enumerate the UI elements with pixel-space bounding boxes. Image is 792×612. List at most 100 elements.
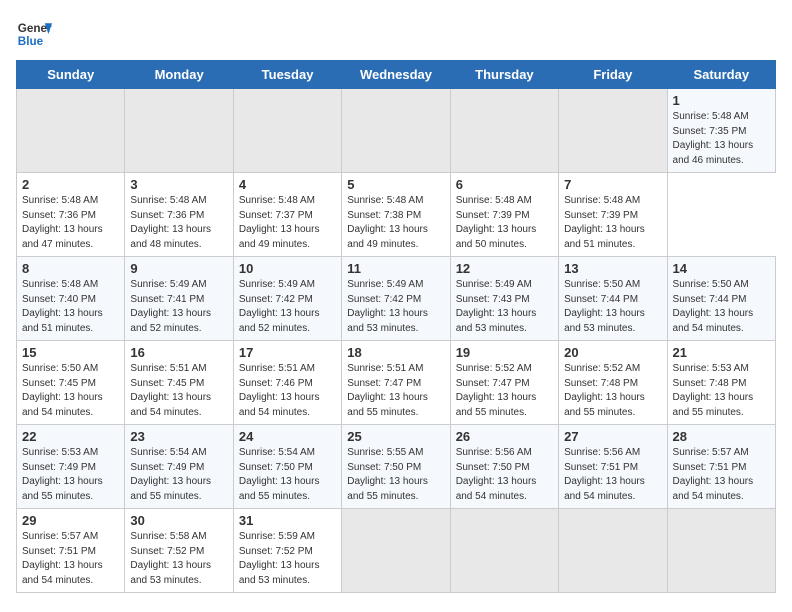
day-info: Sunrise: 5:49 AM Sunset: 7:43 PM Dayligh… xyxy=(456,278,553,336)
day-info: Sunrise: 5:54 AM Sunset: 7:49 PM Dayligh… xyxy=(130,446,227,504)
calendar-week-5: 22Sunrise: 5:53 AM Sunset: 7:49 PM Dayli… xyxy=(17,425,776,509)
calendar-cell: 13 Sunrise: 5:50 AM Sunset: 7:44 PM Dayli… xyxy=(559,257,667,341)
calendar-cell: 24 Sunrise: 5:54 AM Sunset: 7:50 PM Dayli… xyxy=(233,425,341,509)
day-number: 6 xyxy=(456,177,553,192)
day-header-sunday: Sunday xyxy=(17,61,125,89)
day-number: 25 xyxy=(347,429,444,444)
day-info: Sunrise: 5:59 AM Sunset: 7:52 PM Dayligh… xyxy=(239,530,336,588)
day-header-monday: Monday xyxy=(125,61,233,89)
calendar-cell: 7Sunrise: 5:48 AM Sunset: 7:39 PM Daylig… xyxy=(559,173,667,257)
day-info: Sunrise: 5:48 AM Sunset: 7:37 PM Dayligh… xyxy=(239,194,336,252)
page-header: General Blue xyxy=(16,16,776,52)
day-number: 11 xyxy=(347,261,444,276)
day-header-friday: Friday xyxy=(559,61,667,89)
day-number: 23 xyxy=(130,429,227,444)
day-number: 18 xyxy=(347,345,444,360)
day-info: Sunrise: 5:53 AM Sunset: 7:49 PM Dayligh… xyxy=(22,446,119,504)
calendar-cell xyxy=(17,89,125,173)
calendar-week-4: 15 Sunrise: 5:50 AM Sunset: 7:45 PM Dayli… xyxy=(17,341,776,425)
day-number: 31 xyxy=(239,513,336,528)
day-number: 5 xyxy=(347,177,444,192)
day-header-wednesday: Wednesday xyxy=(342,61,450,89)
calendar-cell xyxy=(559,89,667,173)
calendar-cell xyxy=(342,89,450,173)
day-info: Sunrise: 5:48 AM Sunset: 7:39 PM Dayligh… xyxy=(456,194,553,252)
day-number: 26 xyxy=(456,429,553,444)
calendar-cell: 11Sunrise: 5:49 AM Sunset: 7:42 PM Dayli… xyxy=(342,257,450,341)
calendar-cell: 10Sunrise: 5:49 AM Sunset: 7:42 PM Dayli… xyxy=(233,257,341,341)
day-number: 19 xyxy=(456,345,553,360)
day-info: Sunrise: 5:49 AM Sunset: 7:42 PM Dayligh… xyxy=(239,278,336,336)
calendar-cell: 2Sunrise: 5:48 AM Sunset: 7:36 PM Daylig… xyxy=(17,173,125,257)
calendar-week-6: 29 Sunrise: 5:57 AM Sunset: 7:51 PM Dayli… xyxy=(17,509,776,593)
day-info: Sunrise: 5:52 AM Sunset: 7:48 PM Dayligh… xyxy=(564,362,661,420)
calendar-cell: 16 Sunrise: 5:51 AM Sunset: 7:45 PM Dayli… xyxy=(125,341,233,425)
day-number: 9 xyxy=(130,261,227,276)
day-info: Sunrise: 5:54 AM Sunset: 7:50 PM Dayligh… xyxy=(239,446,336,504)
calendar-cell: 8 Sunrise: 5:48 AM Sunset: 7:40 PM Daylig… xyxy=(17,257,125,341)
calendar-cell: 22Sunrise: 5:53 AM Sunset: 7:49 PM Dayli… xyxy=(17,425,125,509)
calendar-cell xyxy=(450,89,558,173)
calendar-cell: 26 Sunrise: 5:56 AM Sunset: 7:50 PM Dayli… xyxy=(450,425,558,509)
calendar-cell: 21Sunrise: 5:53 AM Sunset: 7:48 PM Dayli… xyxy=(667,341,775,425)
day-info: Sunrise: 5:51 AM Sunset: 7:47 PM Dayligh… xyxy=(347,362,444,420)
day-info: Sunrise: 5:57 AM Sunset: 7:51 PM Dayligh… xyxy=(22,530,119,588)
calendar-cell xyxy=(450,509,558,593)
day-info: Sunrise: 5:48 AM Sunset: 7:36 PM Dayligh… xyxy=(22,194,119,252)
calendar-body: 1 Sunrise: 5:48 AM Sunset: 7:35 PM Daylig… xyxy=(17,89,776,593)
calendar-cell: 17 Sunrise: 5:51 AM Sunset: 7:46 PM Dayli… xyxy=(233,341,341,425)
day-number: 8 xyxy=(22,261,119,276)
day-info: Sunrise: 5:49 AM Sunset: 7:41 PM Dayligh… xyxy=(130,278,227,336)
day-info: Sunrise: 5:53 AM Sunset: 7:48 PM Dayligh… xyxy=(673,362,770,420)
calendar-cell xyxy=(342,509,450,593)
day-number: 7 xyxy=(564,177,661,192)
day-number: 4 xyxy=(239,177,336,192)
calendar-cell: 19Sunrise: 5:52 AM Sunset: 7:47 PM Dayli… xyxy=(450,341,558,425)
day-header-thursday: Thursday xyxy=(450,61,558,89)
day-info: Sunrise: 5:51 AM Sunset: 7:46 PM Dayligh… xyxy=(239,362,336,420)
day-number: 12 xyxy=(456,261,553,276)
day-info: Sunrise: 5:50 AM Sunset: 7:44 PM Dayligh… xyxy=(673,278,770,336)
calendar-cell xyxy=(559,509,667,593)
calendar-cell: 28Sunrise: 5:57 AM Sunset: 7:51 PM Dayli… xyxy=(667,425,775,509)
calendar-cell: 20 Sunrise: 5:52 AM Sunset: 7:48 PM Dayli… xyxy=(559,341,667,425)
day-info: Sunrise: 5:51 AM Sunset: 7:45 PM Dayligh… xyxy=(130,362,227,420)
calendar-cell: 4 Sunrise: 5:48 AM Sunset: 7:37 PM Daylig… xyxy=(233,173,341,257)
day-number: 27 xyxy=(564,429,661,444)
calendar-cell: 6 Sunrise: 5:48 AM Sunset: 7:39 PM Daylig… xyxy=(450,173,558,257)
calendar-cell: 29 Sunrise: 5:57 AM Sunset: 7:51 PM Dayli… xyxy=(17,509,125,593)
day-number: 14 xyxy=(673,261,770,276)
calendar-week-2: 2Sunrise: 5:48 AM Sunset: 7:36 PM Daylig… xyxy=(17,173,776,257)
day-number: 24 xyxy=(239,429,336,444)
calendar-cell: 14 Sunrise: 5:50 AM Sunset: 7:44 PM Dayli… xyxy=(667,257,775,341)
day-info: Sunrise: 5:48 AM Sunset: 7:40 PM Dayligh… xyxy=(22,278,119,336)
calendar-cell: 27 Sunrise: 5:56 AM Sunset: 7:51 PM Dayli… xyxy=(559,425,667,509)
calendar-cell xyxy=(125,89,233,173)
day-number: 3 xyxy=(130,177,227,192)
day-number: 16 xyxy=(130,345,227,360)
calendar-cell: 18 Sunrise: 5:51 AM Sunset: 7:47 PM Dayli… xyxy=(342,341,450,425)
day-number: 15 xyxy=(22,345,119,360)
day-number: 20 xyxy=(564,345,661,360)
day-info: Sunrise: 5:48 AM Sunset: 7:36 PM Dayligh… xyxy=(130,194,227,252)
calendar-table: SundayMondayTuesdayWednesdayThursdayFrid… xyxy=(16,60,776,593)
day-header-saturday: Saturday xyxy=(667,61,775,89)
calendar-week-1: 1 Sunrise: 5:48 AM Sunset: 7:35 PM Daylig… xyxy=(17,89,776,173)
calendar-cell: 5Sunrise: 5:48 AM Sunset: 7:38 PM Daylig… xyxy=(342,173,450,257)
day-number: 17 xyxy=(239,345,336,360)
day-number: 29 xyxy=(22,513,119,528)
calendar-cell: 31 Sunrise: 5:59 AM Sunset: 7:52 PM Dayli… xyxy=(233,509,341,593)
day-number: 28 xyxy=(673,429,770,444)
day-info: Sunrise: 5:50 AM Sunset: 7:44 PM Dayligh… xyxy=(564,278,661,336)
day-header-tuesday: Tuesday xyxy=(233,61,341,89)
calendar-cell: 3 Sunrise: 5:48 AM Sunset: 7:36 PM Daylig… xyxy=(125,173,233,257)
calendar-cell: 25Sunrise: 5:55 AM Sunset: 7:50 PM Dayli… xyxy=(342,425,450,509)
logo-icon: General Blue xyxy=(16,16,52,52)
day-info: Sunrise: 5:50 AM Sunset: 7:45 PM Dayligh… xyxy=(22,362,119,420)
day-number: 13 xyxy=(564,261,661,276)
day-info: Sunrise: 5:56 AM Sunset: 7:50 PM Dayligh… xyxy=(456,446,553,504)
day-info: Sunrise: 5:48 AM Sunset: 7:35 PM Dayligh… xyxy=(673,110,770,168)
day-number: 1 xyxy=(673,93,770,108)
day-info: Sunrise: 5:56 AM Sunset: 7:51 PM Dayligh… xyxy=(564,446,661,504)
calendar-cell: 15 Sunrise: 5:50 AM Sunset: 7:45 PM Dayli… xyxy=(17,341,125,425)
